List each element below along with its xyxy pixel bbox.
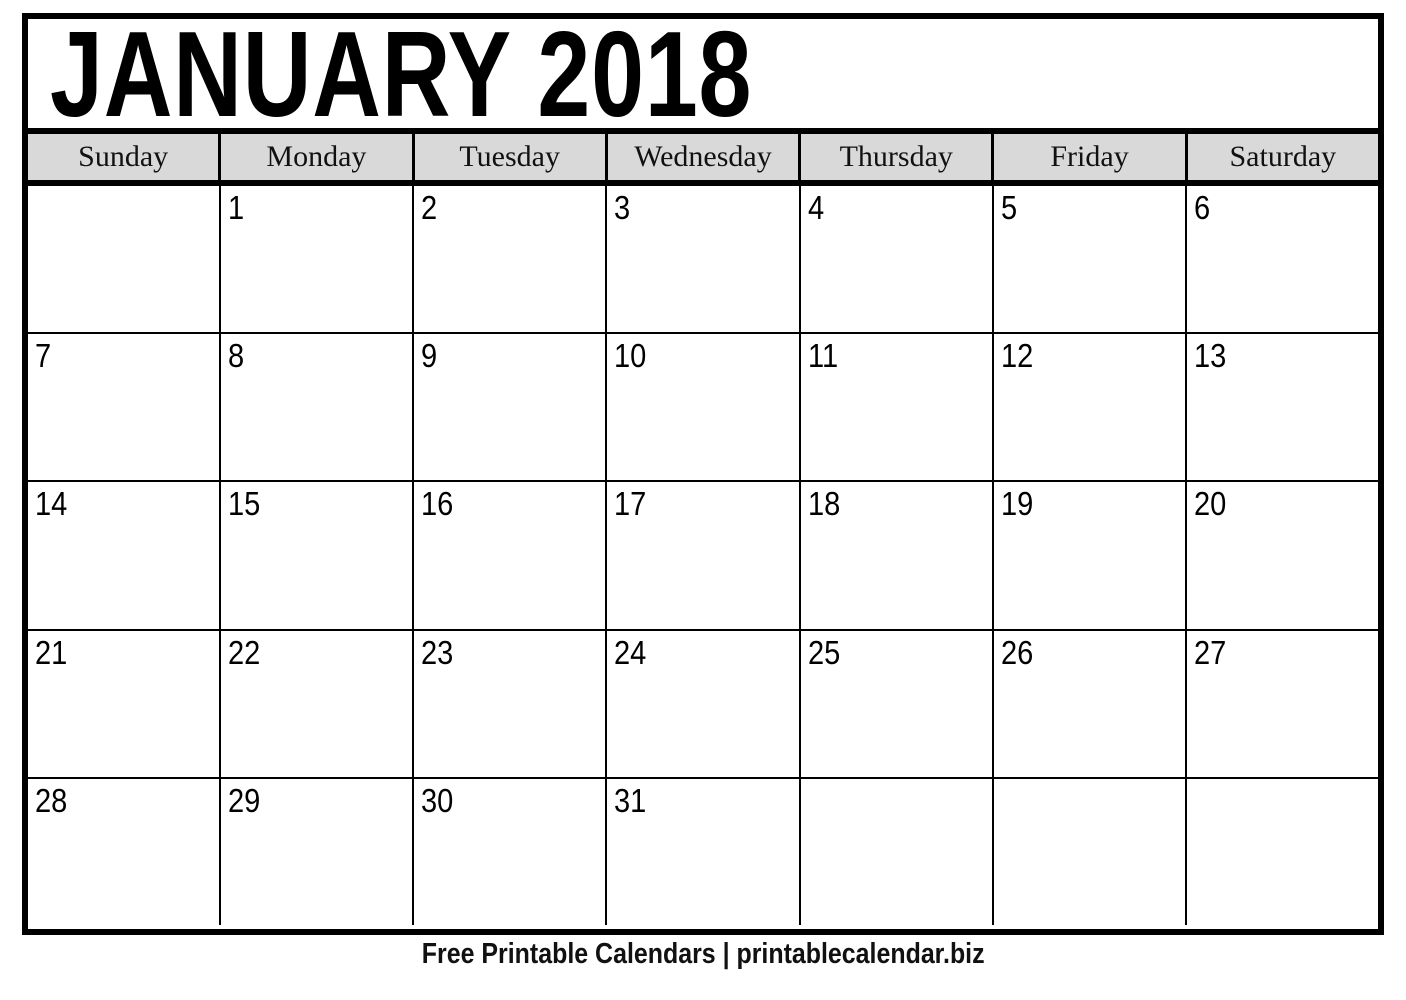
day-number: 11 (807, 337, 838, 375)
day-cell[interactable] (993, 778, 1187, 926)
day-cell[interactable]: 27 (1186, 630, 1378, 777)
day-cell[interactable]: 13 (1186, 334, 1378, 481)
day-number: 31 (614, 781, 647, 819)
day-cell[interactable]: 21 (28, 630, 222, 777)
day-cell[interactable]: 7 (28, 334, 222, 481)
calendar-day-grid: 1 2 3 4 5 6 7 8 9 10 11 12 13 14 15 16 1… (28, 186, 1378, 926)
calendar-week-row: 14 15 16 17 18 19 20 (28, 482, 1378, 631)
day-cell[interactable] (1186, 778, 1378, 926)
day-cell[interactable]: 8 (221, 334, 415, 481)
day-number: 29 (228, 781, 261, 819)
day-number: 23 (421, 633, 454, 671)
day-number: 22 (228, 633, 261, 671)
weekday-header-tuesday: Tuesday (414, 134, 608, 180)
day-number: 10 (614, 337, 647, 375)
weekday-header-thursday: Thursday (801, 134, 995, 180)
weekday-label: Thursday (839, 140, 953, 173)
day-cell[interactable]: 4 (800, 186, 994, 333)
day-number: 12 (1000, 337, 1034, 375)
calendar-frame: JANUARY 2018 Sunday Monday Tuesday Wedne… (22, 13, 1384, 935)
day-number: 25 (807, 633, 840, 671)
weekday-header-saturday: Saturday (1187, 134, 1378, 180)
day-cell[interactable]: 26 (993, 630, 1187, 777)
weekday-label: Friday (1050, 140, 1129, 173)
month-year-title: JANUARY 2018 (50, 19, 753, 134)
day-cell[interactable]: 18 (800, 482, 994, 629)
weekday-header-row: Sunday Monday Tuesday Wednesday Thursday… (28, 134, 1378, 186)
day-number: 15 (228, 485, 261, 523)
weekday-label: Sunday (78, 140, 169, 173)
day-number: 17 (614, 485, 647, 523)
day-number: 7 (35, 337, 52, 375)
weekday-header-monday: Monday (221, 134, 415, 180)
day-cell[interactable]: 9 (414, 334, 608, 481)
day-number: 4 (807, 189, 824, 226)
calendar-week-row: 7 8 9 10 11 12 13 (28, 334, 1378, 483)
day-cell[interactable]: 12 (993, 334, 1187, 481)
calendar-week-row: 1 2 3 4 5 6 (28, 186, 1378, 335)
weekday-header-friday: Friday (994, 134, 1188, 180)
weekday-label: Monday (266, 140, 367, 173)
day-cell[interactable]: 17 (607, 482, 801, 629)
day-cell[interactable]: 11 (800, 334, 994, 481)
day-cell[interactable]: 22 (221, 630, 415, 777)
day-number: 8 (228, 337, 245, 375)
weekday-header-wednesday: Wednesday (607, 134, 802, 180)
day-cell[interactable]: 24 (607, 630, 801, 777)
day-number: 14 (35, 485, 68, 523)
day-cell[interactable]: 28 (28, 778, 222, 926)
day-cell[interactable]: 19 (993, 482, 1187, 629)
day-number: 13 (1193, 337, 1227, 375)
day-number: 3 (614, 189, 631, 226)
day-number: 16 (421, 485, 454, 523)
day-number: 1 (228, 189, 245, 226)
calendar-week-row: 28 29 30 31 (28, 778, 1378, 926)
footer-text[interactable]: Free Printable Calendars | printablecale… (422, 938, 985, 971)
day-number: 28 (35, 781, 68, 819)
day-cell[interactable]: 2 (414, 186, 608, 333)
day-number: 6 (1193, 189, 1210, 226)
day-number: 20 (1193, 485, 1227, 523)
day-cell[interactable]: 16 (414, 482, 608, 629)
day-cell[interactable]: 29 (221, 778, 415, 926)
day-cell[interactable]: 20 (1186, 482, 1378, 629)
day-cell[interactable]: 25 (800, 630, 994, 777)
day-cell[interactable]: 6 (1186, 186, 1378, 333)
weekday-header-sunday: Sunday (28, 134, 222, 180)
day-cell[interactable] (800, 778, 994, 926)
day-number: 18 (807, 485, 840, 523)
calendar-page: JANUARY 2018 Sunday Monday Tuesday Wedne… (0, 0, 1406, 1000)
calendar-title-band: JANUARY 2018 (28, 19, 1378, 134)
weekday-label: Saturday (1229, 140, 1337, 173)
day-cell[interactable]: 30 (414, 778, 608, 926)
day-number: 2 (421, 189, 438, 226)
day-number: 21 (35, 633, 68, 671)
day-number: 5 (1000, 189, 1017, 226)
day-number: 24 (614, 633, 647, 671)
day-cell[interactable]: 14 (28, 482, 222, 629)
day-number: 27 (1193, 633, 1227, 671)
calendar-week-row: 21 22 23 24 25 26 27 (28, 630, 1378, 779)
day-number: 26 (1000, 633, 1034, 671)
footer: Free Printable Calendars | printablecale… (0, 938, 1406, 971)
day-cell[interactable]: 15 (221, 482, 415, 629)
weekday-label: Tuesday (459, 140, 560, 173)
day-cell[interactable] (28, 186, 222, 333)
weekday-label: Wednesday (634, 140, 772, 173)
day-cell[interactable]: 10 (607, 334, 801, 481)
day-cell[interactable]: 1 (221, 186, 415, 333)
day-number: 30 (421, 781, 454, 819)
day-cell[interactable]: 5 (993, 186, 1187, 333)
day-number: 19 (1000, 485, 1034, 523)
day-number: 9 (421, 337, 438, 375)
day-cell[interactable]: 3 (607, 186, 801, 333)
day-cell[interactable]: 31 (607, 778, 801, 926)
day-cell[interactable]: 23 (414, 630, 608, 777)
